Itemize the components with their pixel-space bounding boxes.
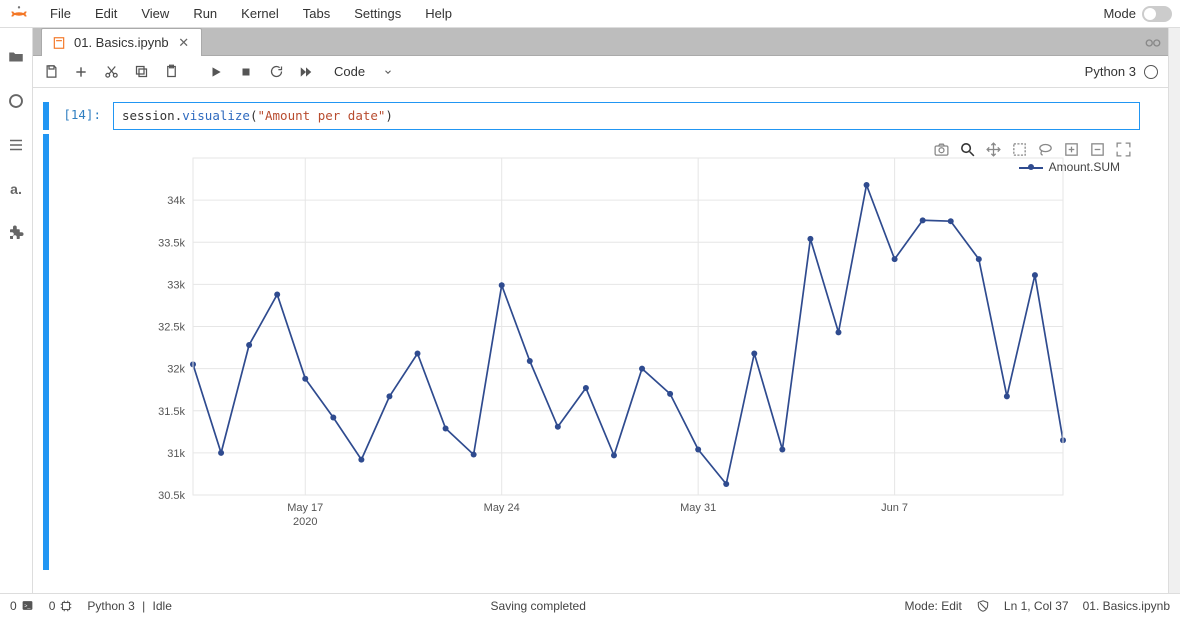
scrollbar[interactable] — [1168, 28, 1180, 593]
kernel-status-icon[interactable] — [1144, 65, 1158, 79]
chevron-down-icon — [383, 67, 393, 77]
cell-type-select[interactable]: Code — [328, 62, 399, 81]
menu-run[interactable]: Run — [183, 2, 227, 25]
svg-text:33k: 33k — [167, 279, 185, 291]
svg-text:May 17: May 17 — [287, 502, 323, 514]
cell-prompt: [14]: — [57, 102, 113, 130]
menu-file[interactable]: File — [40, 2, 81, 25]
menu-tabs[interactable]: Tabs — [293, 2, 340, 25]
svg-text:34k: 34k — [167, 195, 185, 207]
svg-text:May 31: May 31 — [680, 502, 716, 514]
output-bar — [43, 134, 49, 570]
close-icon[interactable]: ✕ — [177, 36, 191, 50]
kernel-name[interactable]: Python 3 — [1085, 64, 1136, 79]
svg-text:33.5k: 33.5k — [158, 237, 185, 249]
menu-settings[interactable]: Settings — [344, 2, 411, 25]
extension-a-icon[interactable]: a. — [7, 180, 25, 198]
status-kernels[interactable]: 0 — [49, 599, 74, 613]
svg-text:31k: 31k — [167, 448, 185, 460]
status-saving: Saving completed — [491, 599, 586, 613]
svg-text:>_: >_ — [24, 604, 31, 610]
cell-active-bar — [43, 102, 49, 130]
code-cell[interactable]: [14]: session.visualize("Amount per date… — [43, 102, 1140, 130]
status-file[interactable]: 01. Basics.ipynb — [1083, 599, 1170, 613]
svg-text:32.5k: 32.5k — [158, 322, 185, 334]
add-cell-icon[interactable] — [73, 64, 89, 80]
cell-type-label: Code — [334, 64, 365, 79]
extensions-icon[interactable] — [7, 224, 25, 242]
svg-text:32k: 32k — [167, 364, 185, 376]
menu-edit[interactable]: Edit — [85, 2, 127, 25]
toc-icon[interactable] — [7, 136, 25, 154]
running-icon[interactable] — [7, 92, 25, 110]
terminal-icon: >_ — [21, 599, 35, 613]
status-terminals[interactable]: 0>_ — [10, 599, 35, 613]
output-cell: Amount.SUM 30.5k31k31.5k32k32.5k33k33.5k… — [43, 134, 1140, 570]
menu-kernel[interactable]: Kernel — [231, 2, 289, 25]
mode-label: Mode — [1103, 6, 1136, 21]
restart-icon[interactable] — [268, 64, 284, 80]
tab-title: 01. Basics.ipynb — [74, 35, 169, 50]
svg-text:31.5k: 31.5k — [158, 406, 185, 418]
jupyter-logo[interactable] — [8, 3, 30, 25]
status-mode[interactable]: Mode: Edit — [905, 599, 962, 613]
folder-icon[interactable] — [7, 48, 25, 66]
line-chart[interactable]: 30.5k 31k 31.5k 32k 32.5k 33k 33.5k 34k May 17 Ma… — [113, 140, 1140, 570]
svg-text:2020: 2020 — [293, 516, 317, 528]
menu-help[interactable]: Help — [415, 2, 462, 25]
code-input[interactable]: session.visualize("Amount per date") — [113, 102, 1140, 130]
cut-icon[interactable] — [103, 64, 119, 80]
copy-icon[interactable] — [133, 64, 149, 80]
svg-text:30.5k: 30.5k — [158, 490, 185, 502]
notebook-tab[interactable]: 01. Basics.ipynb ✕ — [41, 28, 202, 56]
svg-text:May 24: May 24 — [484, 502, 520, 514]
status-cursor[interactable]: Ln 1, Col 37 — [1004, 599, 1069, 613]
save-icon[interactable] — [43, 64, 59, 80]
run-all-icon[interactable] — [298, 64, 314, 80]
trust-icon[interactable] — [976, 599, 990, 613]
run-icon[interactable] — [208, 64, 224, 80]
svg-text:Jun 7: Jun 7 — [881, 502, 908, 514]
notebook-icon — [52, 36, 66, 50]
status-kernel[interactable]: Python 3 | Idle — [87, 599, 172, 613]
chip-icon — [59, 599, 73, 613]
stop-icon[interactable] — [238, 64, 254, 80]
gear-icon[interactable] — [1142, 32, 1164, 54]
mode-toggle[interactable] — [1142, 6, 1172, 22]
paste-icon[interactable] — [163, 64, 179, 80]
menu-view[interactable]: View — [131, 2, 179, 25]
